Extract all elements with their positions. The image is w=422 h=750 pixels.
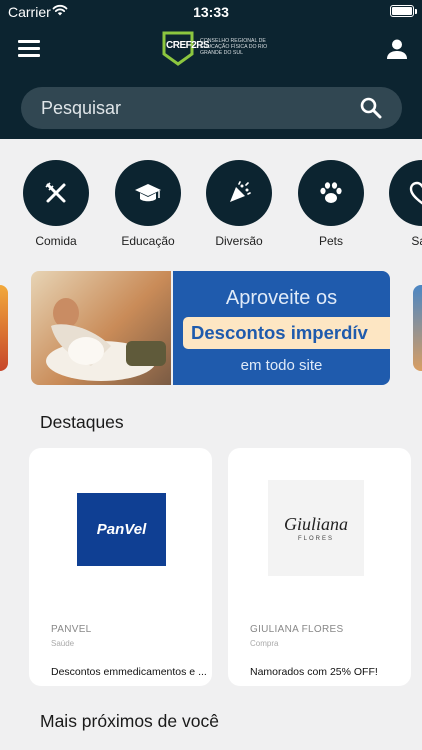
category-label: Diversão [215,234,263,248]
nearby-title: Mais próximos de você [40,711,219,731]
card-description: Namorados com 25% OFF! [250,666,378,678]
user-icon[interactable] [386,38,408,60]
panvel-logo: PanVel [77,493,166,566]
highlight-card-giuliana[interactable]: Giuliana FLORES GIULIANA FLORES Compra N… [228,448,411,686]
status-bar: Carrier 13:33 [0,0,422,24]
category-label: Pets [318,234,343,248]
search-input[interactable]: Pesquisar [21,87,402,129]
category-list: Comida Educação Diversão Pets S [0,160,422,250]
logo-text: CONSELHO REGIONAL DE EDUCAÇÃO FÍSICA DO … [200,38,268,56]
battery-icon [390,5,417,17]
category-health[interactable]: Saú [382,160,422,248]
card-category: Saúde [51,639,75,648]
highlights-title: Destaques [40,412,124,432]
banner-peek-right[interactable] [413,285,422,371]
highlight-card-panvel[interactable]: PanVel PANVEL Saúde Descontos emmedicame… [29,448,212,686]
menu-button[interactable] [18,40,40,58]
banner-line3: em todo site [240,357,323,374]
category-label: Educação [121,234,175,248]
category-fun[interactable]: Diversão [199,160,279,248]
promo-banner[interactable]: Aproveite os Descontos imperdív em todo … [31,271,390,385]
banner-text-area: Aproveite os Descontos imperdív em todo … [173,271,390,385]
card-description: Descontos emmedicamentos e ... [51,666,207,678]
card-store-name: GIULIANA FLORES [250,624,344,635]
graduation-cap-icon [115,160,181,226]
cref2rs-logo: CREF2RS CONSELHO REGIONAL DE EDUCAÇÃO FÍ… [160,30,270,66]
heart-icon [389,160,422,226]
category-label: Saú [411,234,422,248]
paw-icon [298,160,364,226]
category-food[interactable]: Comida [16,160,96,248]
banner-peek-left[interactable] [0,285,8,371]
search-icon[interactable] [360,97,382,119]
banner-photo [31,271,171,385]
giuliana-logo: Giuliana FLORES [268,480,364,576]
category-label: Comida [35,234,77,248]
card-category: Compra [250,639,279,648]
app-header: Carrier 13:33 CREF2RS CONSELHO REGIONAL … [0,0,422,139]
party-popper-icon [206,160,272,226]
giuliana-logo-text: Giuliana [283,514,348,534]
status-time: 13:33 [193,4,229,20]
panvel-logo-text: PanVel [77,493,166,566]
giuliana-logo-sub: FLORES [297,536,334,542]
search-placeholder: Pesquisar [41,98,122,118]
utensils-icon [23,160,89,226]
banner-line1: Aproveite os [225,287,338,309]
category-education[interactable]: Educação [108,160,188,248]
hamburger-icon [18,40,40,43]
banner-line2: Descontos imperdív [191,322,368,343]
category-pets[interactable]: Pets [291,160,371,248]
card-store-name: PANVEL [51,624,92,635]
